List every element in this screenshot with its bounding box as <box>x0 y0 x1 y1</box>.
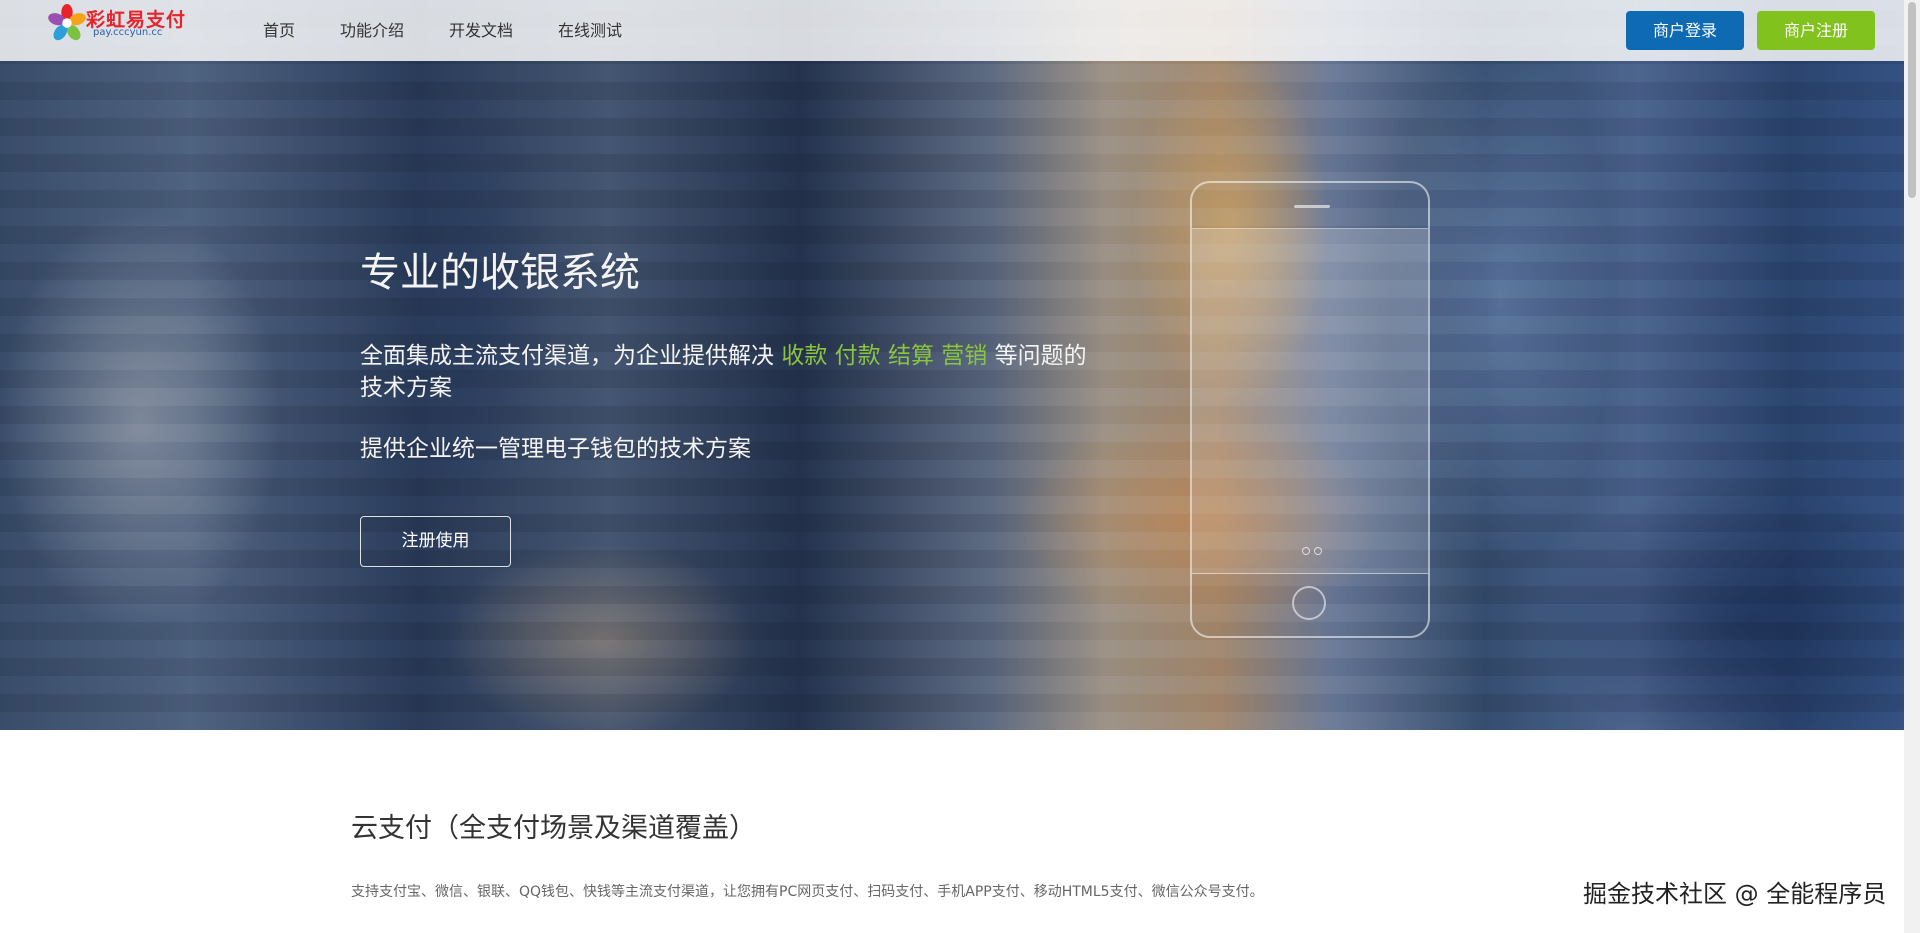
section-description: 支持支付宝、微信、银联、QQ钱包、快钱等主流支付渠道，让您拥有PC网页支付、扫码… <box>351 884 1264 900</box>
hero-tagline-prefix: 全面集成主流支付渠道，为企业提供解决 <box>360 343 774 369</box>
page-scrollbar[interactable] <box>1904 0 1920 933</box>
top-navbar: 彩虹易支付 pay.cccyun.cc 首页 功能介绍 开发文档 在线测试 商户… <box>0 0 1904 61</box>
merchant-register-button[interactable]: 商户注册 <box>1757 11 1875 50</box>
carousel-dot[interactable] <box>1314 547 1322 555</box>
hero-title: 专业的收银系统 <box>360 250 640 296</box>
highlight-pay: 付款 <box>834 343 881 369</box>
brand-logo[interactable]: 彩虹易支付 pay.cccyun.cc <box>48 2 188 46</box>
register-use-button[interactable]: 注册使用 <box>360 516 511 567</box>
merchant-login-button[interactable]: 商户登录 <box>1626 11 1744 50</box>
nav-docs[interactable]: 开发文档 <box>449 0 513 61</box>
phone-mockup-icon <box>1190 181 1430 638</box>
phone-speaker <box>1294 205 1330 208</box>
watermark: 掘金技术社区 @ 全能程序员 <box>1583 880 1887 908</box>
highlight-marketing: 营销 <box>941 343 988 369</box>
nav-features[interactable]: 功能介绍 <box>340 0 404 61</box>
nav-online-test[interactable]: 在线测试 <box>558 0 622 61</box>
phone-screen <box>1192 228 1428 574</box>
highlight-collect: 收款 <box>781 343 828 369</box>
hero-subtagline: 提供企业统一管理电子钱包的技术方案 <box>360 436 751 462</box>
rainbow-flower-icon <box>48 4 86 41</box>
scrollbar-thumb[interactable] <box>1908 2 1916 198</box>
phone-home-button <box>1292 586 1326 620</box>
hero-tagline: 全面集成主流支付渠道，为企业提供解决 收款 付款 结算 营销 等问题的技术方案 <box>360 340 1090 404</box>
brand-domain: pay.cccyun.cc <box>93 27 163 38</box>
highlight-settle: 结算 <box>887 343 934 369</box>
section-title: 云支付（全支付场景及渠道覆盖） <box>351 813 756 844</box>
carousel-dot[interactable] <box>1302 547 1310 555</box>
hero-banner: 专业的收银系统 全面集成主流支付渠道，为企业提供解决 收款 付款 结算 营销 等… <box>0 0 1904 730</box>
main-nav: 首页 功能介绍 开发文档 在线测试 <box>263 0 667 61</box>
nav-home[interactable]: 首页 <box>263 0 295 61</box>
carousel-dots <box>1302 547 1322 555</box>
